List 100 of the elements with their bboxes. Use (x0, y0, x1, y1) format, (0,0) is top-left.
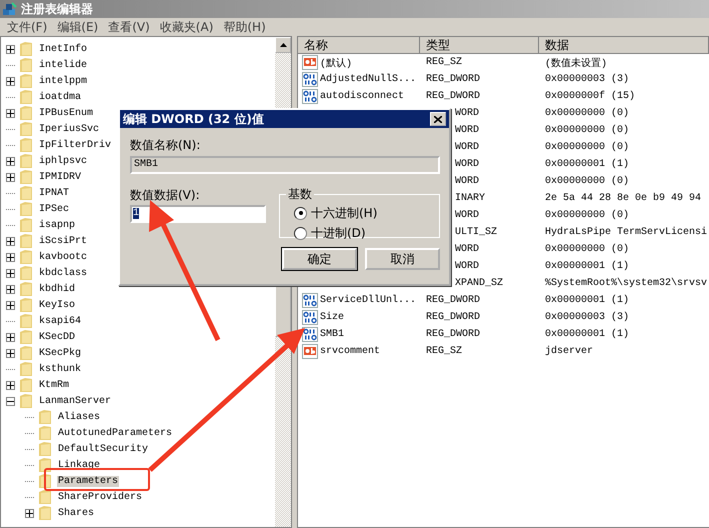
scroll-thumb[interactable] (275, 285, 291, 337)
dialog-button[interactable]: 取消 (365, 248, 440, 270)
tree-item[interactable]: intelppm (38, 76, 88, 86)
tree-item[interactable]: LanmanServer (38, 396, 112, 406)
menu-item[interactable]: 查看(V) (103, 18, 155, 36)
value-name[interactable]: (默认) (320, 56, 352, 70)
value-data: 0x00000000 (0) (545, 142, 630, 153)
value-type: REG_DWORD (426, 312, 480, 323)
expand-button[interactable] (6, 300, 15, 310)
column-header[interactable]: 类型 (420, 37, 539, 54)
tree-item[interactable]: Shares (57, 508, 96, 518)
plus-icon (7, 302, 14, 308)
column-header[interactable]: 名称 (298, 37, 420, 54)
tree-item[interactable]: iphlpsvc (38, 156, 88, 166)
tree-item[interactable]: IPSec (38, 204, 70, 214)
expand-button[interactable] (6, 172, 15, 182)
tree-item[interactable]: KeyIso (38, 300, 76, 310)
value-data: %SystemRoot%\system32\srvsv (545, 278, 708, 289)
expand-button[interactable] (6, 284, 15, 294)
value-type: ULTI_SZ (455, 227, 498, 238)
value-type: XPAND_SZ (455, 278, 504, 289)
tree-item[interactable]: Linkage (57, 460, 102, 470)
tree-item[interactable]: ksapi64 (38, 316, 82, 326)
tree-item[interactable]: KtmRm (38, 380, 70, 390)
close-button[interactable] (430, 112, 446, 126)
value-type: WORD (455, 210, 480, 221)
expand-button[interactable] (6, 44, 15, 54)
value-name[interactable]: Size (320, 312, 344, 323)
value-type: REG_SZ (426, 346, 462, 357)
tree-item[interactable]: ioatdma (38, 92, 82, 102)
value-type: REG_DWORD (426, 74, 480, 85)
tree-item[interactable]: IperiusSvc (38, 124, 100, 134)
tree-item[interactable]: intelide (38, 60, 88, 70)
value-data: 0x00000003 (3) (545, 312, 630, 323)
value-name[interactable]: autodisconnect (320, 91, 404, 102)
menu-item[interactable]: 收藏夹(A) (154, 18, 218, 36)
folder-icon (20, 378, 32, 392)
tree-item[interactable]: IPBusEnum (38, 108, 94, 118)
plus-icon (7, 238, 14, 244)
expand-button[interactable] (25, 508, 34, 518)
folder-icon (20, 266, 32, 280)
value-name[interactable]: ServiceDllUnl... (320, 295, 416, 306)
value-name-field[interactable]: SMB1 (130, 156, 440, 174)
expand-button[interactable] (6, 332, 15, 342)
dialog-button[interactable]: 确定 (282, 248, 357, 270)
value-data: 0x00000000 (0) (545, 176, 630, 187)
value-type: WORD (455, 261, 480, 272)
tree-item[interactable]: ksthunk (38, 364, 82, 374)
tree-item[interactable]: kbdclass (38, 268, 88, 278)
radio-option[interactable]: 十六进制(H) (294, 203, 439, 223)
radio-option[interactable]: 十进制(D) (294, 223, 439, 243)
expand-button[interactable] (6, 380, 15, 390)
tree-item[interactable]: IpFilterDriv (38, 140, 112, 150)
tree-item[interactable]: InetInfo (38, 44, 88, 54)
expand-button[interactable] (6, 252, 15, 262)
folder-icon (39, 458, 51, 472)
string-value-icon (302, 55, 318, 70)
tree-item[interactable]: IPMIDRV (38, 172, 82, 182)
tree-item[interactable]: IPNAT (38, 188, 70, 198)
tree-item[interactable]: Aliases (57, 412, 102, 422)
value-data: jdserver (545, 346, 594, 357)
column-header[interactable]: 数据 (539, 37, 709, 54)
expand-button[interactable] (6, 156, 15, 166)
expand-button[interactable] (6, 108, 15, 118)
tree-item[interactable]: kavbootc (38, 252, 88, 262)
binary-value-icon (302, 327, 318, 342)
tree-item[interactable]: Parameters (57, 476, 120, 486)
expand-button[interactable] (6, 76, 15, 86)
expand-button[interactable] (6, 268, 15, 278)
binary-value-icon (302, 72, 318, 87)
plus-icon (7, 270, 14, 276)
value-type: WORD (455, 125, 480, 136)
tree-item[interactable]: AutotunedParameters (57, 428, 174, 438)
string-value-icon (302, 344, 318, 359)
expand-button[interactable] (6, 236, 15, 246)
tree-item[interactable]: KSecDD (38, 332, 76, 342)
menu-item[interactable]: 编辑(E) (52, 18, 104, 36)
tree-item[interactable]: isapnp (38, 220, 76, 230)
tree-item[interactable]: DefaultSecurity (57, 444, 150, 454)
menu-item[interactable]: 文件(F) (2, 18, 52, 36)
scroll-up-button[interactable] (275, 37, 291, 53)
menu-item[interactable]: 帮助(H) (218, 18, 271, 36)
value-data: 0x00000000 (0) (545, 244, 630, 255)
folder-icon (20, 330, 32, 344)
value-data: 0x00000001 (1) (545, 159, 630, 170)
value-name[interactable]: srvcomment (320, 346, 380, 357)
value-data: 0x00000000 (0) (545, 210, 630, 221)
folder-icon (20, 186, 32, 200)
tree-item[interactable]: KSecPkg (38, 348, 82, 358)
expand-button[interactable] (6, 348, 15, 358)
collapse-button[interactable] (6, 396, 15, 406)
tree-item[interactable]: ShareProviders (57, 492, 144, 502)
tree-item[interactable]: iScsiPrt (38, 236, 88, 246)
value-name[interactable]: AdjustedNullS... (320, 74, 416, 85)
value-type: WORD (455, 176, 480, 187)
folder-icon (20, 122, 32, 136)
value-data: 0x0000000f (15) (545, 91, 636, 102)
value-type: WORD (455, 244, 480, 255)
value-name[interactable]: SMB1 (320, 329, 344, 340)
tree-item[interactable]: kbdhid (38, 284, 76, 294)
